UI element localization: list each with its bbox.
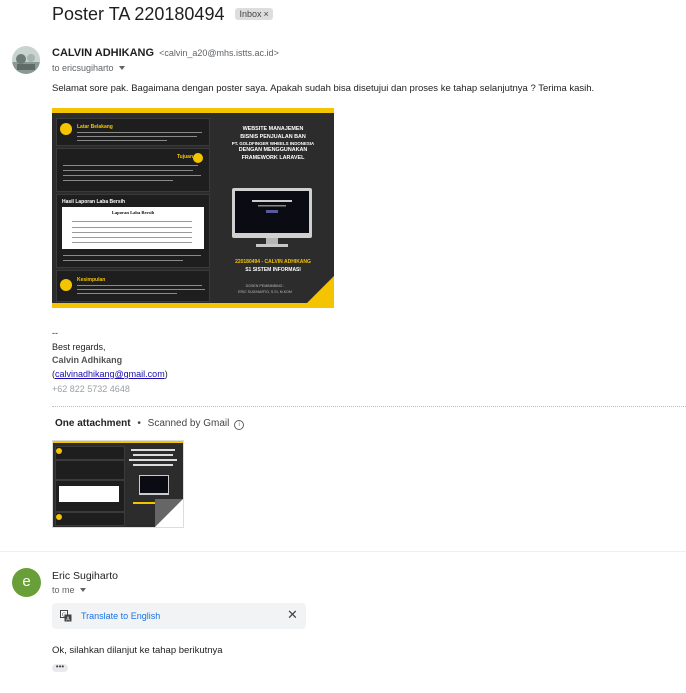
sender-email: <calvin_a20@mhs.istts.ac.id> — [159, 48, 279, 58]
recipient-line-2[interactable]: to me — [52, 585, 86, 595]
reply-body: Ok, silahkan dilanjut ke tahap berikutny… — [52, 645, 223, 656]
recipient-line[interactable]: to ericsugiharto — [52, 63, 125, 73]
close-icon[interactable]: ✕ — [287, 608, 298, 622]
monitor-icon — [232, 188, 312, 247]
poster-program: S1 SISTEM INFORMASI — [245, 267, 301, 273]
chevron-down-icon[interactable] — [79, 588, 86, 592]
sender-name[interactable]: CALVIN ADHIKANG — [52, 47, 154, 59]
info-icon[interactable]: i — [234, 420, 245, 430]
poster-student: 220180494 - CALVIN ADHIKANG — [235, 259, 311, 265]
signature-dashes: -- — [52, 328, 58, 338]
translate-bar: G A Translate to English ✕ — [52, 603, 306, 629]
signature-email-line: (calvinadhikang@gmail.com) — [52, 369, 168, 379]
attachment-count: One attachment — [55, 418, 131, 429]
report-title: Laporan Laba Bersih — [111, 210, 155, 215]
inbox-label-chip[interactable]: Inbox × — [235, 8, 273, 20]
sender-avatar[interactable] — [12, 46, 40, 74]
poster-badge-icon — [193, 153, 203, 163]
translate-icon: G A — [60, 610, 72, 622]
poster-section-title: Kesimpulan — [77, 277, 106, 283]
poster-section-title: Hasil Laporan Laba Bersih — [62, 199, 126, 205]
sender-avatar-letter[interactable]: e — [12, 568, 41, 597]
svg-text:A: A — [66, 616, 70, 622]
sender-name-2[interactable]: Eric Sugiharto — [52, 570, 118, 582]
page-fold-icon — [155, 499, 183, 527]
signature-name: Calvin Adhikang — [52, 355, 123, 365]
poster-headline: WEBSITE MANAJEMEN BISNIS PENJUALAN BAN P… — [231, 126, 315, 161]
poster-supervisor: ERIC SUGIHARTO, S.SI, M.KOM — [238, 290, 292, 294]
message-divider — [0, 551, 686, 552]
show-trimmed-content-button[interactable]: ••• — [52, 663, 68, 672]
translate-link[interactable]: Translate to English — [81, 611, 160, 621]
subject-title: Poster TA 220180494 — [52, 4, 225, 24]
poster-top-stripe — [52, 108, 334, 113]
signature-email-link[interactable]: calvinadhikang@gmail.com — [55, 369, 165, 379]
sender-line: CALVIN ADHIKANG <calvin_a20@mhs.istts.ac… — [52, 47, 279, 59]
scanned-label: Scanned by Gmail — [147, 418, 230, 429]
chevron-down-icon[interactable] — [118, 66, 125, 70]
subject-line: Poster TA 220180494 Inbox × — [52, 4, 273, 25]
poster-image[interactable]: Latar Belakang Tujuan Hasil Laporan Laba… — [52, 108, 334, 308]
poster-panel-background: Latar Belakang — [56, 118, 210, 146]
poster-badge-icon — [60, 123, 72, 135]
poster-panel-report: Hasil Laporan Laba Bersih Laporan Laba B… — [56, 194, 210, 268]
poster-panel-conclusion: Kesimpulan — [56, 270, 210, 302]
attachment-divider — [52, 406, 686, 407]
poster-section-title: Tujuan — [177, 154, 194, 160]
poster-badge-icon — [60, 279, 72, 291]
inbox-label-text: Inbox — [239, 9, 262, 19]
poster-supervisor-label: DOSEN PEMBIMBING : — [245, 284, 285, 288]
poster-panel-goals: Tujuan — [56, 148, 210, 192]
poster-section-title: Latar Belakang — [77, 124, 113, 130]
recipient-text-2: to me — [52, 585, 75, 595]
remove-label-icon[interactable]: × — [264, 9, 269, 19]
signature-greeting: Best regards, — [52, 342, 106, 352]
signature-phone: +62 822 5732 4648 — [52, 384, 130, 394]
attachment-header: One attachment • Scanned by Gmail i — [55, 418, 245, 430]
recipient-text: to ericsugiharto — [52, 63, 114, 73]
poster-report-table: Laporan Laba Bersih — [62, 207, 204, 249]
message-body: Selamat sore pak. Bagaimana dengan poste… — [52, 83, 595, 94]
poster-bottom-stripe — [52, 303, 334, 308]
attachment-thumbnail[interactable] — [52, 440, 184, 528]
